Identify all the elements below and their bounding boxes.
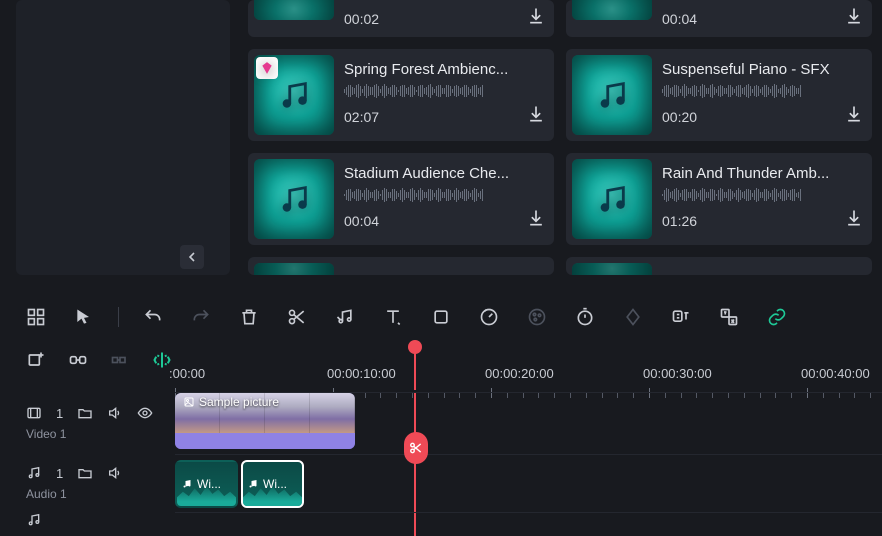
link-tracks-button[interactable] (68, 350, 88, 370)
add-track-button[interactable] (26, 350, 46, 370)
track-header: 1 Audio 1 (0, 465, 175, 501)
timeline: :00:00 00:00:10:00 00:00:20:00 00:00:30:… (0, 340, 882, 536)
redo-button[interactable] (191, 307, 211, 327)
asset-waveform (344, 188, 546, 202)
asset-duration: 01:26 (662, 213, 697, 229)
music-thumb (572, 0, 652, 20)
track-row-audio (0, 512, 882, 528)
delete-button[interactable] (239, 307, 259, 327)
asset-title: Spring Forest Ambienc... (344, 61, 546, 78)
separator (118, 307, 119, 327)
translate-button[interactable] (719, 307, 739, 327)
timeline-toolbar (0, 295, 882, 339)
ruler-label: 00:00:30:00 (643, 366, 712, 381)
premium-badge-icon (256, 57, 278, 79)
download-icon[interactable] (844, 6, 864, 31)
music-thumb (254, 159, 334, 239)
download-icon[interactable] (844, 208, 864, 233)
music-thumb (254, 263, 334, 275)
track-header: 1 Video 1 (0, 405, 175, 441)
folder-icon[interactable] (77, 405, 93, 421)
asset-waveform (344, 84, 546, 98)
asset-card[interactable]: 00:04 (566, 0, 872, 37)
asset-card[interactable]: Stadium Audience Che... 00:04 (248, 153, 554, 245)
ruler-label: :00:00 (169, 366, 205, 381)
track-name: Video 1 (26, 427, 175, 441)
asset-title: Stadium Audience Che... (344, 165, 546, 182)
asset-card[interactable]: Rain And Thunder Amb... 01:26 (566, 153, 872, 245)
audio-track-icon (26, 465, 42, 481)
track-name: Audio 1 (26, 487, 175, 501)
layout-grid-button[interactable] (26, 307, 46, 327)
asset-title: Rain And Thunder Amb... (662, 165, 864, 182)
ruler-label: 00:00:20:00 (485, 366, 554, 381)
asset-card[interactable] (248, 257, 554, 275)
sidebar-collapse-button[interactable] (180, 245, 204, 269)
folder-icon[interactable] (77, 465, 93, 481)
audio-clip[interactable]: Wi... (241, 460, 304, 508)
track-row-audio: 1 Audio 1 Wi... Wi... (0, 454, 882, 512)
keyframe-button[interactable] (623, 307, 643, 327)
asset-duration: 02:07 (344, 109, 379, 125)
audio-clip[interactable]: Wi... (175, 460, 238, 508)
asset-waveform (662, 188, 864, 202)
track-index: 1 (56, 406, 63, 421)
ruler-label: 00:00:40:00 (801, 366, 870, 381)
playhead[interactable] (414, 346, 416, 390)
audio-detach-button[interactable] (335, 307, 355, 327)
asset-card[interactable] (566, 257, 872, 275)
asset-duration: 00:20 (662, 109, 697, 125)
audio-clip-title: Wi... (197, 477, 221, 491)
music-thumb (254, 0, 334, 20)
audio-track-icon (26, 512, 42, 528)
asset-duration: 00:04 (662, 11, 697, 27)
download-icon[interactable] (526, 6, 546, 31)
track-index: 1 (56, 466, 63, 481)
asset-waveform (662, 84, 864, 98)
video-track-icon (26, 405, 42, 421)
asset-card[interactable]: Spring Forest Ambienc... 02:07 (248, 49, 554, 141)
music-thumb (572, 55, 652, 135)
asset-grid: 00:02 00:04 (230, 0, 882, 283)
asset-title: Suspenseful Piano - SFX (662, 61, 864, 78)
download-icon[interactable] (844, 104, 864, 129)
track-row-video: 1 Video 1 Sample picture (0, 392, 882, 454)
speed-button[interactable] (479, 307, 499, 327)
mute-icon[interactable] (107, 405, 123, 421)
undo-button[interactable] (143, 307, 163, 327)
link-button[interactable] (767, 307, 787, 327)
download-icon[interactable] (526, 104, 546, 129)
video-clip-title: Sample picture (199, 395, 279, 409)
asset-card[interactable]: 00:02 (248, 0, 554, 37)
track-lane[interactable]: Sample picture (175, 392, 882, 454)
playhead-split-button[interactable] (404, 432, 428, 464)
mute-icon[interactable] (107, 465, 123, 481)
music-thumb (572, 263, 652, 275)
ripple-button[interactable] (110, 350, 130, 370)
ruler-label: 00:00:10:00 (327, 366, 396, 381)
speech-to-text-button[interactable] (671, 307, 691, 327)
asset-duration: 00:02 (344, 11, 379, 27)
color-button[interactable] (527, 307, 547, 327)
music-thumb (572, 159, 652, 239)
asset-duration: 00:04 (344, 213, 379, 229)
select-tool-button[interactable] (74, 307, 94, 327)
stopwatch-button[interactable] (575, 307, 595, 327)
text-button[interactable] (383, 307, 403, 327)
music-thumb (254, 55, 334, 135)
time-ruler[interactable]: :00:00 00:00:10:00 00:00:20:00 00:00:30:… (175, 360, 882, 392)
visibility-icon[interactable] (137, 405, 153, 421)
download-icon[interactable] (526, 208, 546, 233)
audio-clip-title: Wi... (263, 477, 287, 491)
asset-sidebar (16, 0, 230, 275)
split-button[interactable] (287, 307, 307, 327)
video-clip[interactable]: Sample picture (175, 393, 355, 449)
asset-card[interactable]: Suspenseful Piano - SFX 00:20 (566, 49, 872, 141)
track-lane[interactable]: Wi... Wi... (175, 454, 882, 512)
crop-button[interactable] (431, 307, 451, 327)
